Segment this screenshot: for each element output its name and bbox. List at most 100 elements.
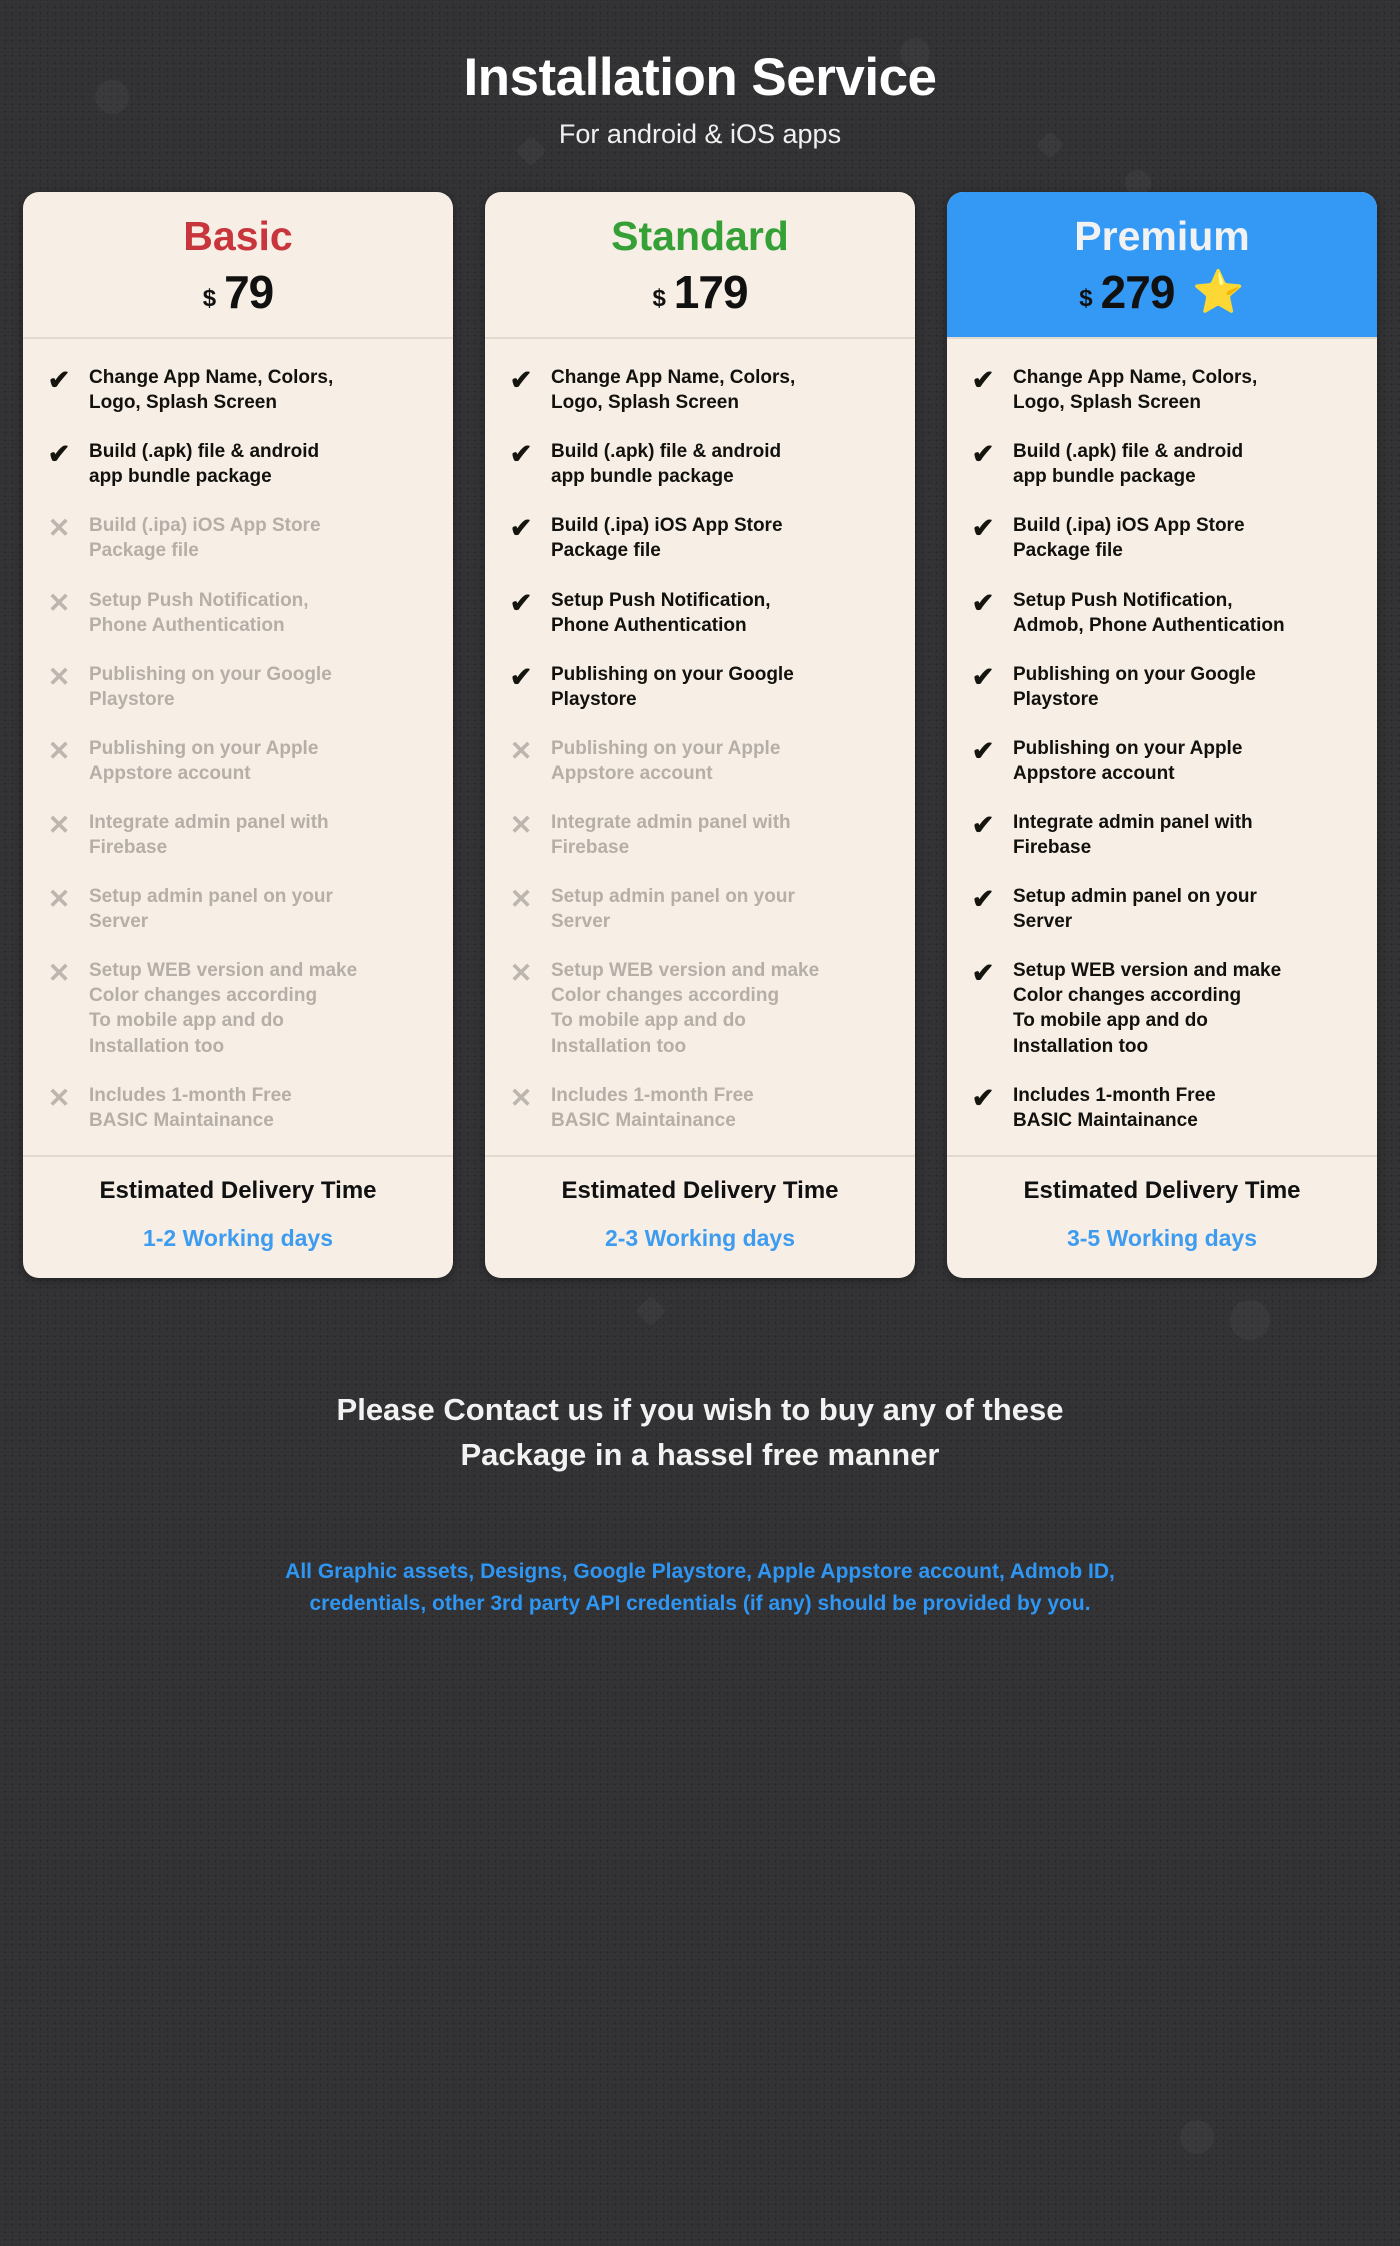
price-row: $179 xyxy=(485,265,915,319)
feature-item: ✕ Setup WEB version and make Color change… xyxy=(23,946,453,1070)
price-row: $279 ⭐ xyxy=(947,265,1377,319)
feature-item: ✔ Build (.ipa) iOS App Store Package file xyxy=(485,501,915,575)
check-icon: ✔ xyxy=(971,735,995,766)
price-amount: 279 xyxy=(1100,266,1176,319)
feature-label: Publishing on your Google Playstore xyxy=(551,663,794,710)
plan-name: Premium xyxy=(1074,212,1250,259)
currency-symbol: $ xyxy=(652,285,666,313)
plan-name: Standard xyxy=(611,212,789,259)
check-icon: ✔ xyxy=(971,884,995,915)
feature-list: ✔ Change App Name, Colors, Logo, Splash S… xyxy=(947,339,1377,1155)
feature-item: ✕ Publishing on your Google Playstore xyxy=(23,650,453,724)
price-amount: 179 xyxy=(673,266,749,319)
check-icon: ✔ xyxy=(971,439,995,470)
check-icon: ✔ xyxy=(47,365,71,396)
feature-item: ✔ Build (.apk) file & android app bundle … xyxy=(23,427,453,501)
feature-item: ✔ Change App Name, Colors, Logo, Splash S… xyxy=(23,353,453,427)
cross-icon: ✕ xyxy=(47,958,71,989)
card-header-premium: Premium $279 ⭐ xyxy=(947,191,1377,338)
feature-item: ✕ Includes 1-month Free BASIC Maintainanc… xyxy=(23,1071,453,1145)
cross-icon: ✕ xyxy=(47,1082,71,1113)
disclaimer-line-1: All Graphic assets, Designs, Google Play… xyxy=(285,1559,1115,1583)
page-subtitle: For android & iOS apps xyxy=(558,118,842,149)
delivery-section: Estimated Delivery Time 3-5 Working days xyxy=(947,1157,1377,1278)
feature-item: ✔ Publishing on your Google Playstore xyxy=(947,650,1377,724)
feature-label: Change App Name, Colors, Logo, Splash Sc… xyxy=(551,367,796,414)
plan-name: Basic xyxy=(183,212,293,259)
feature-item: ✔ Build (.ipa) iOS App Store Package file xyxy=(947,501,1377,575)
cross-icon: ✕ xyxy=(509,1082,533,1113)
delivery-value: 2-3 Working days xyxy=(604,1224,796,1251)
currency-symbol: $ xyxy=(202,285,217,313)
cross-icon: ✕ xyxy=(509,958,533,989)
check-icon: ✔ xyxy=(509,513,533,544)
feature-label: Includes 1-month Free BASIC Maintainance xyxy=(1013,1084,1216,1131)
check-icon: ✔ xyxy=(47,439,71,470)
feature-label: Setup WEB version and make Color changes… xyxy=(551,960,820,1057)
feature-label: Build (.apk) file & android app bundle p… xyxy=(89,441,320,488)
feature-label: Publishing on your Apple Appstore accoun… xyxy=(1013,737,1243,784)
check-icon: ✔ xyxy=(971,513,995,544)
feature-item: ✔ Publishing on your Google Playstore xyxy=(485,650,915,724)
feature-item: ✔ Setup admin panel on your Server xyxy=(947,872,1377,946)
check-icon: ✔ xyxy=(971,365,995,396)
feature-item: ✔ Setup Push Notification, Admob, Phone A… xyxy=(947,576,1377,650)
feature-label: Integrate admin panel with Firebase xyxy=(1013,811,1253,859)
contact-line-2: Package in a hassel free manner xyxy=(460,1436,940,1472)
feature-label: Includes 1-month Free BASIC Maintainance xyxy=(551,1084,754,1131)
feature-item: ✕ Setup Push Notification, Phone Authenti… xyxy=(23,576,453,650)
cross-icon: ✕ xyxy=(509,735,533,766)
check-icon: ✔ xyxy=(971,958,995,989)
feature-label: Integrate admin panel with Firebase xyxy=(551,811,791,859)
delivery-label: Estimated Delivery Time xyxy=(99,1176,377,1204)
feature-item: ✔ Build (.apk) file & android app bundle … xyxy=(947,427,1377,501)
page-header: Installation Service For android & iOS a… xyxy=(0,0,1400,150)
pricing-card-basic[interactable]: Basic $79 ✔ Change App Name, Colors, Logo, … xyxy=(23,191,453,1278)
pricing-card-premium[interactable]: Premium $279 ⭐ ✔ Change App Name, Colors, Lo… xyxy=(947,191,1377,1278)
delivery-label: Estimated Delivery Time xyxy=(561,1176,839,1204)
decor-blob-9 xyxy=(1180,2120,1214,2154)
feature-label: Change App Name, Colors, Logo, Splash Sc… xyxy=(89,367,334,414)
cross-icon: ✕ xyxy=(47,809,71,840)
feature-label: Integrate admin panel with Firebase xyxy=(89,811,329,859)
feature-label: Setup WEB version and make Color changes… xyxy=(89,960,358,1057)
feature-item: ✕ Publishing on your Apple Appstore accou… xyxy=(485,724,915,798)
contact-message: Please Contact us if you wish to buy any… xyxy=(0,1388,1400,1478)
check-icon: ✔ xyxy=(971,661,995,692)
check-icon: ✔ xyxy=(971,809,995,840)
delivery-section: Estimated Delivery Time 2-3 Working days xyxy=(485,1157,915,1278)
price-row: $79 xyxy=(23,265,453,319)
feature-label: Build (.apk) file & android app bundle p… xyxy=(1013,441,1244,488)
feature-item: ✔ Setup Push Notification, Phone Authenti… xyxy=(485,576,915,650)
feature-label: Setup admin panel on your Server xyxy=(89,886,333,933)
pricing-page: Installation Service For android & iOS a… xyxy=(0,0,1400,1621)
feature-label: Setup Push Notification, Admob, Phone Au… xyxy=(1013,589,1285,636)
pricing-card-standard[interactable]: Standard $179 ✔ Change App Name, Colors, Lo… xyxy=(485,191,915,1278)
feature-item: ✔ Build (.apk) file & android app bundle … xyxy=(485,427,915,501)
feature-label: Publishing on your Google Playstore xyxy=(1013,663,1256,710)
feature-label: Setup Push Notification, Phone Authentic… xyxy=(551,589,771,636)
check-icon: ✔ xyxy=(509,587,533,618)
feature-label: Build (.ipa) iOS App Store Package file xyxy=(89,515,321,562)
delivery-label: Estimated Delivery Time xyxy=(1023,1176,1301,1204)
feature-label: Build (.ipa) iOS App Store Package file xyxy=(551,515,783,562)
cross-icon: ✕ xyxy=(509,884,533,915)
cross-icon: ✕ xyxy=(47,661,71,692)
feature-item: ✔ Change App Name, Colors, Logo, Splash S… xyxy=(947,353,1377,427)
currency-symbol: $ xyxy=(1079,285,1093,313)
star-icon: ⭐ xyxy=(1192,268,1245,316)
feature-label: Build (.apk) file & android app bundle p… xyxy=(551,441,782,488)
feature-item: ✕ Integrate admin panel with Firebase xyxy=(485,798,915,872)
delivery-value: 3-5 Working days xyxy=(1066,1224,1258,1251)
cross-icon: ✕ xyxy=(47,884,71,915)
feature-label: Publishing on your Apple Appstore accoun… xyxy=(551,737,781,784)
feature-item: ✕ Setup admin panel on your Server xyxy=(23,872,453,946)
price-amount: 79 xyxy=(224,266,274,319)
feature-item: ✔ Change App Name, Colors, Logo, Splash S… xyxy=(485,353,915,427)
contact-line-1: Please Contact us if you wish to buy any… xyxy=(336,1391,1064,1427)
feature-item: ✔ Integrate admin panel with Firebase xyxy=(947,798,1377,872)
feature-item: ✔ Publishing on your Apple Appstore accou… xyxy=(947,724,1377,798)
feature-item: ✔ Setup WEB version and make Color change… xyxy=(947,946,1377,1070)
page-title: Installation Service xyxy=(463,48,937,107)
cross-icon: ✕ xyxy=(47,735,71,766)
